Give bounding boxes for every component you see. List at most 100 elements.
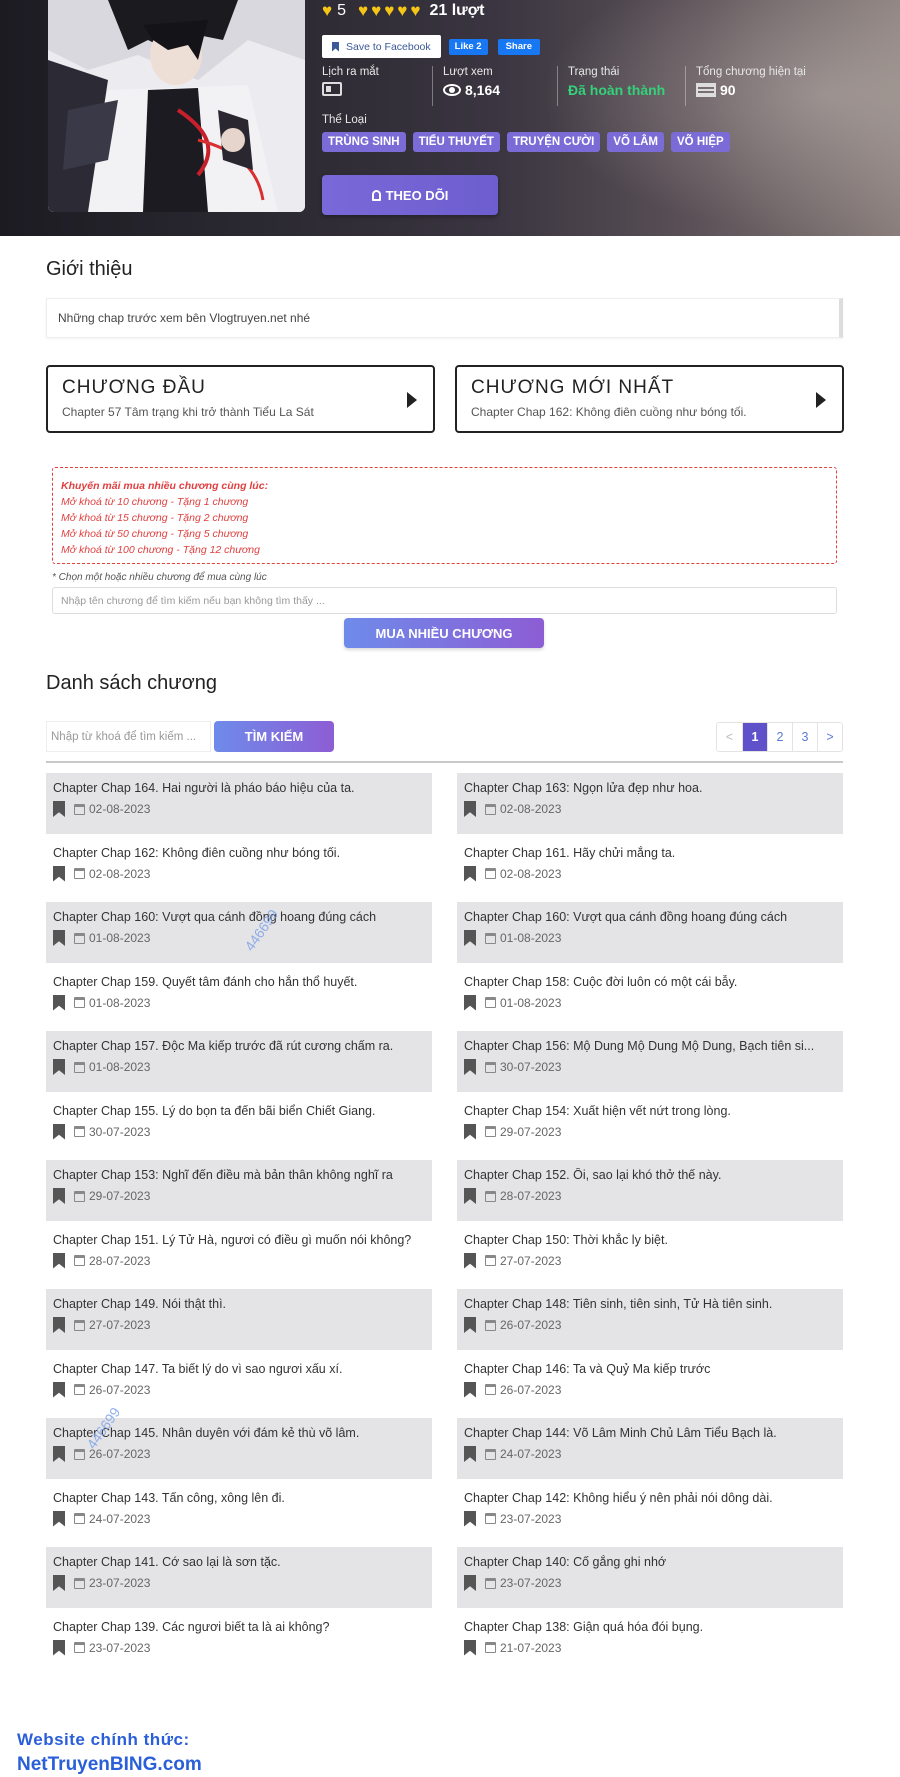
- chapter-name[interactable]: Chapter Chap 140: Cố gắng ghi nhớ: [464, 1555, 836, 1569]
- chapter-name[interactable]: Chapter Chap 152. Ôi, sao lại khó thở th…: [464, 1168, 836, 1182]
- bookmark-icon[interactable]: [464, 1639, 476, 1656]
- chapter-name[interactable]: Chapter Chap 149. Nói thật thì.: [53, 1297, 425, 1311]
- heart-icon[interactable]: ♥: [371, 1, 381, 21]
- chapter-name[interactable]: Chapter Chap 159. Quyết tâm đánh cho hắn…: [53, 975, 425, 989]
- search-button[interactable]: TÌM KIẾM: [214, 721, 334, 752]
- chapter-item[interactable]: Chapter Chap 138: Giận quá hóa đói bụng.…: [457, 1612, 843, 1673]
- chapter-item[interactable]: Chapter Chap 159. Quyết tâm đánh cho hắn…: [46, 967, 432, 1028]
- chapter-name[interactable]: Chapter Chap 158: Cuộc đời luôn có một c…: [464, 975, 836, 989]
- bookmark-icon[interactable]: [53, 1575, 65, 1591]
- chapter-name[interactable]: Chapter Chap 157. Độc Ma kiếp trước đã r…: [53, 1039, 425, 1053]
- genre-tag[interactable]: Võ Hiệp: [671, 132, 730, 152]
- chapter-item[interactable]: Chapter Chap 148: Tiên sinh, tiên sinh, …: [457, 1289, 843, 1350]
- bookmark-icon[interactable]: [53, 1639, 65, 1656]
- chapter-name[interactable]: Chapter Chap 154: Xuất hiện vết nứt tron…: [464, 1104, 836, 1118]
- facebook-like-button[interactable]: Like 2: [448, 38, 488, 55]
- chapter-item[interactable]: Chapter Chap 139. Các ngươi biết ta là a…: [46, 1612, 432, 1673]
- first-chapter-card[interactable]: CHƯƠNG ĐẦU Chapter 57 Tâm trạng khi trở …: [46, 365, 435, 433]
- heart-icon[interactable]: ♥: [322, 1, 332, 21]
- chapter-item[interactable]: Chapter Chap 142: Không hiểu ý nên phải …: [457, 1483, 843, 1544]
- chapter-item[interactable]: Chapter Chap 144: Võ Lâm Minh Chủ Lâm Ti…: [457, 1418, 843, 1479]
- cover-image[interactable]: [48, 0, 305, 212]
- chapter-name[interactable]: Chapter Chap 162: Không điên cuồng như b…: [53, 846, 425, 860]
- bookmark-icon[interactable]: [53, 1188, 65, 1204]
- bookmark-icon[interactable]: [464, 994, 476, 1011]
- heart-icon[interactable]: ♥: [358, 1, 368, 21]
- chapter-item[interactable]: Chapter Chap 155. Lý do bọn ta đến bãi b…: [46, 1096, 432, 1157]
- genre-tag[interactable]: Tiểu Thuyết: [412, 132, 500, 152]
- chapter-item[interactable]: Chapter Chap 158: Cuộc đời luôn có một c…: [457, 967, 843, 1028]
- chapter-item[interactable]: Chapter Chap 151. Lý Tử Hà, ngươi có điề…: [46, 1225, 432, 1286]
- chapter-item[interactable]: Chapter Chap 141. Cớ sao lại là sơn tặc.…: [46, 1547, 432, 1608]
- chapter-name[interactable]: Chapter Chap 142: Không hiểu ý nên phải …: [464, 1491, 836, 1505]
- chapter-name[interactable]: Chapter Chap 156: Mộ Dung Mộ Dung Mộ Dun…: [464, 1039, 836, 1053]
- chapter-name[interactable]: Chapter Chap 164. Hai người là pháo báo …: [53, 781, 425, 795]
- follow-button[interactable]: THEO DÕI: [322, 175, 498, 215]
- bookmark-icon[interactable]: [464, 930, 476, 946]
- bookmark-icon[interactable]: [53, 1059, 65, 1075]
- chapter-name[interactable]: Chapter Chap 155. Lý do bọn ta đến bãi b…: [53, 1104, 425, 1118]
- chapter-name[interactable]: Chapter Chap 141. Cớ sao lại là sơn tặc.: [53, 1555, 425, 1569]
- chapter-item[interactable]: Chapter Chap 164. Hai người là pháo báo …: [46, 773, 432, 834]
- bookmark-icon[interactable]: [464, 801, 476, 817]
- buy-multiple-button[interactable]: MUA NHIỀU CHƯƠNG: [344, 618, 544, 648]
- chapter-name[interactable]: Chapter Chap 153: Nghĩ đến điều mà bản t…: [53, 1168, 425, 1182]
- chapter-item[interactable]: Chapter Chap 153: Nghĩ đến điều mà bản t…: [46, 1160, 432, 1221]
- heart-icon[interactable]: ♥: [397, 1, 407, 21]
- chapter-name[interactable]: Chapter Chap 151. Lý Tử Hà, ngươi có điề…: [53, 1233, 425, 1247]
- bookmark-icon[interactable]: [464, 1317, 476, 1333]
- bookmark-icon[interactable]: [464, 1059, 476, 1075]
- chapter-item[interactable]: Chapter Chap 161. Hãy chửi mắng ta. 02-08…: [457, 838, 843, 899]
- chapter-name[interactable]: Chapter Chap 160: Vượt qua cánh đồng hoa…: [53, 910, 425, 924]
- chapter-name[interactable]: Chapter Chap 138: Giận quá hóa đói bụng.: [464, 1620, 836, 1634]
- bookmark-icon[interactable]: [53, 801, 65, 817]
- page-1[interactable]: 1: [742, 723, 767, 751]
- chapter-item[interactable]: Chapter Chap 156: Mộ Dung Mộ Dung Mộ Dun…: [457, 1031, 843, 1092]
- page-2[interactable]: 2: [767, 723, 792, 751]
- bookmark-icon[interactable]: [53, 1252, 65, 1269]
- chapter-name[interactable]: Chapter Chap 148: Tiên sinh, tiên sinh, …: [464, 1297, 836, 1311]
- chapter-item[interactable]: Chapter Chap 163: Ngọn lửa đẹp như hoa. 0…: [457, 773, 843, 834]
- chapter-item[interactable]: Chapter Chap 160: Vượt qua cánh đồng hoa…: [457, 902, 843, 963]
- chapter-item[interactable]: Chapter Chap 154: Xuất hiện vết nứt tron…: [457, 1096, 843, 1157]
- chapter-multi-search-input[interactable]: Nhập tên chương để tìm kiếm nếu bạn khôn…: [52, 587, 837, 614]
- chapter-name[interactable]: Chapter Chap 150: Thời khắc ly biệt.: [464, 1233, 836, 1247]
- chapter-name[interactable]: Chapter Chap 160: Vượt qua cánh đồng hoa…: [464, 910, 836, 924]
- chapter-name[interactable]: Chapter Chap 146: Ta và Quỷ Ma kiếp trướ…: [464, 1362, 836, 1376]
- facebook-share-button[interactable]: Share: [497, 38, 540, 55]
- chapter-name[interactable]: Chapter Chap 144: Võ Lâm Minh Chủ Lâm Ti…: [464, 1426, 836, 1440]
- bookmark-icon[interactable]: [53, 1317, 65, 1333]
- bookmark-icon[interactable]: [53, 1123, 65, 1140]
- bookmark-icon[interactable]: [53, 1381, 65, 1398]
- chapter-item[interactable]: Chapter Chap 160: Vượt qua cánh đồng hoa…: [46, 902, 432, 963]
- bookmark-icon[interactable]: [53, 1510, 65, 1527]
- latest-chapter-card[interactable]: CHƯƠNG MỚI NHẤT Chapter Chap 162: Không …: [455, 365, 844, 433]
- chapter-name[interactable]: Chapter Chap 143. Tấn công, xông lên đi.: [53, 1491, 425, 1505]
- chapter-search-input[interactable]: Nhập từ khoá để tìm kiếm ...: [46, 721, 211, 752]
- genre-tag[interactable]: Truyện Cười: [506, 132, 601, 152]
- next-page[interactable]: >: [817, 723, 842, 751]
- bookmark-icon[interactable]: [53, 930, 65, 946]
- bookmark-icon[interactable]: [464, 1510, 476, 1527]
- footer-url[interactable]: NetTruyenBING.com: [17, 1754, 202, 1776]
- chapter-name[interactable]: Chapter Chap 147. Ta biết lý do vì sao n…: [53, 1362, 425, 1376]
- genre-tag[interactable]: Võ Lâm: [607, 132, 665, 152]
- heart-icon[interactable]: ♥: [384, 1, 394, 21]
- genre-tag[interactable]: Trùng Sinh: [322, 132, 406, 152]
- chapter-item[interactable]: Chapter Chap 140: Cố gắng ghi nhớ 23-07-2…: [457, 1547, 843, 1608]
- prev-page[interactable]: <: [717, 723, 742, 751]
- save-to-facebook-button[interactable]: Save to Facebook: [322, 35, 441, 58]
- bookmark-icon[interactable]: [53, 865, 65, 882]
- chapter-item[interactable]: Chapter Chap 149. Nói thật thì. 27-07-202…: [46, 1289, 432, 1350]
- chapter-name[interactable]: Chapter Chap 163: Ngọn lửa đẹp như hoa.: [464, 781, 836, 795]
- chapter-item[interactable]: Chapter Chap 152. Ôi, sao lại khó thở th…: [457, 1160, 843, 1221]
- bookmark-icon[interactable]: [464, 1188, 476, 1204]
- chapter-name[interactable]: Chapter Chap 161. Hãy chửi mắng ta.: [464, 846, 836, 860]
- bookmark-icon[interactable]: [53, 1446, 65, 1462]
- bookmark-icon[interactable]: [464, 865, 476, 882]
- chapter-item[interactable]: Chapter Chap 146: Ta và Quỷ Ma kiếp trướ…: [457, 1354, 843, 1415]
- page-3[interactable]: 3: [792, 723, 817, 751]
- bookmark-icon[interactable]: [464, 1446, 476, 1462]
- heart-icon[interactable]: ♥: [410, 1, 420, 21]
- chapter-item[interactable]: Chapter Chap 150: Thời khắc ly biệt. 27-0…: [457, 1225, 843, 1286]
